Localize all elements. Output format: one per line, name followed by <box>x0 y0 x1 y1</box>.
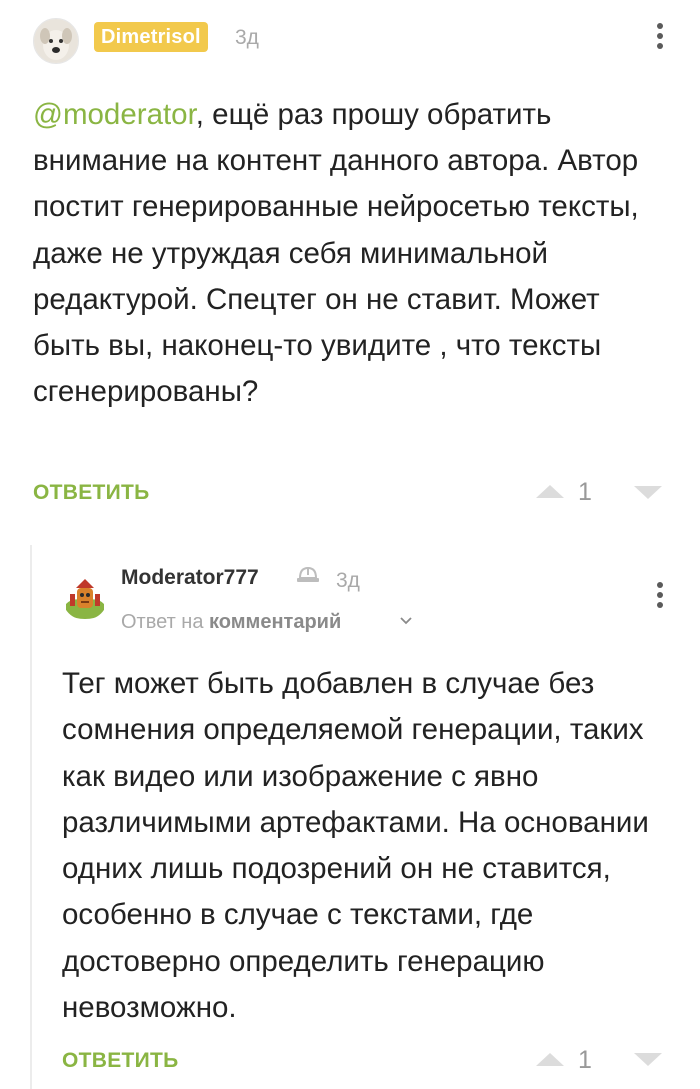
user-avatar[interactable] <box>62 574 108 620</box>
user-avatar[interactable] <box>33 18 79 64</box>
chevron-down-icon[interactable] <box>399 613 413 631</box>
comment-score: 1 <box>578 478 592 506</box>
thread-line[interactable] <box>30 545 32 1089</box>
upvote-triangle-icon[interactable] <box>536 1053 564 1066</box>
downvote-triangle-icon[interactable] <box>634 486 662 499</box>
reply-button[interactable]: ОТВЕТИТЬ <box>33 479 150 507</box>
mention-link[interactable]: @moderator <box>33 98 196 131</box>
author-name[interactable]: Dimetrisol <box>94 22 208 52</box>
upvote-triangle-icon[interactable] <box>536 485 564 498</box>
comment-time: 3д <box>235 26 259 49</box>
more-vertical-icon[interactable] <box>655 23 665 53</box>
dog-avatar-icon <box>34 19 78 63</box>
reply-to[interactable]: Ответ на комментарий <box>121 608 341 636</box>
more-vertical-icon[interactable] <box>655 582 665 612</box>
author-name[interactable]: Moderator777 <box>121 564 259 592</box>
reply-button[interactable]: ОТВЕТИТЬ <box>62 1047 179 1075</box>
moderator-mascot-avatar-icon <box>62 574 108 620</box>
downvote-triangle-icon[interactable] <box>634 1053 662 1066</box>
comment-text: @moderator, ещё раз прошу обратить внима… <box>33 92 653 415</box>
comment-score: 1 <box>578 1046 592 1074</box>
moderator-helmet-icon <box>295 565 321 590</box>
comment-time: 3д <box>336 569 360 592</box>
reply-to-prefix: Ответ на <box>121 611 204 633</box>
reply-to-link[interactable]: комментарий <box>209 611 341 633</box>
comment-body: , ещё раз прошу обратить внимание на кон… <box>33 98 639 409</box>
comment-text: Тег может быть добавлен в случае без сом… <box>62 667 649 1025</box>
